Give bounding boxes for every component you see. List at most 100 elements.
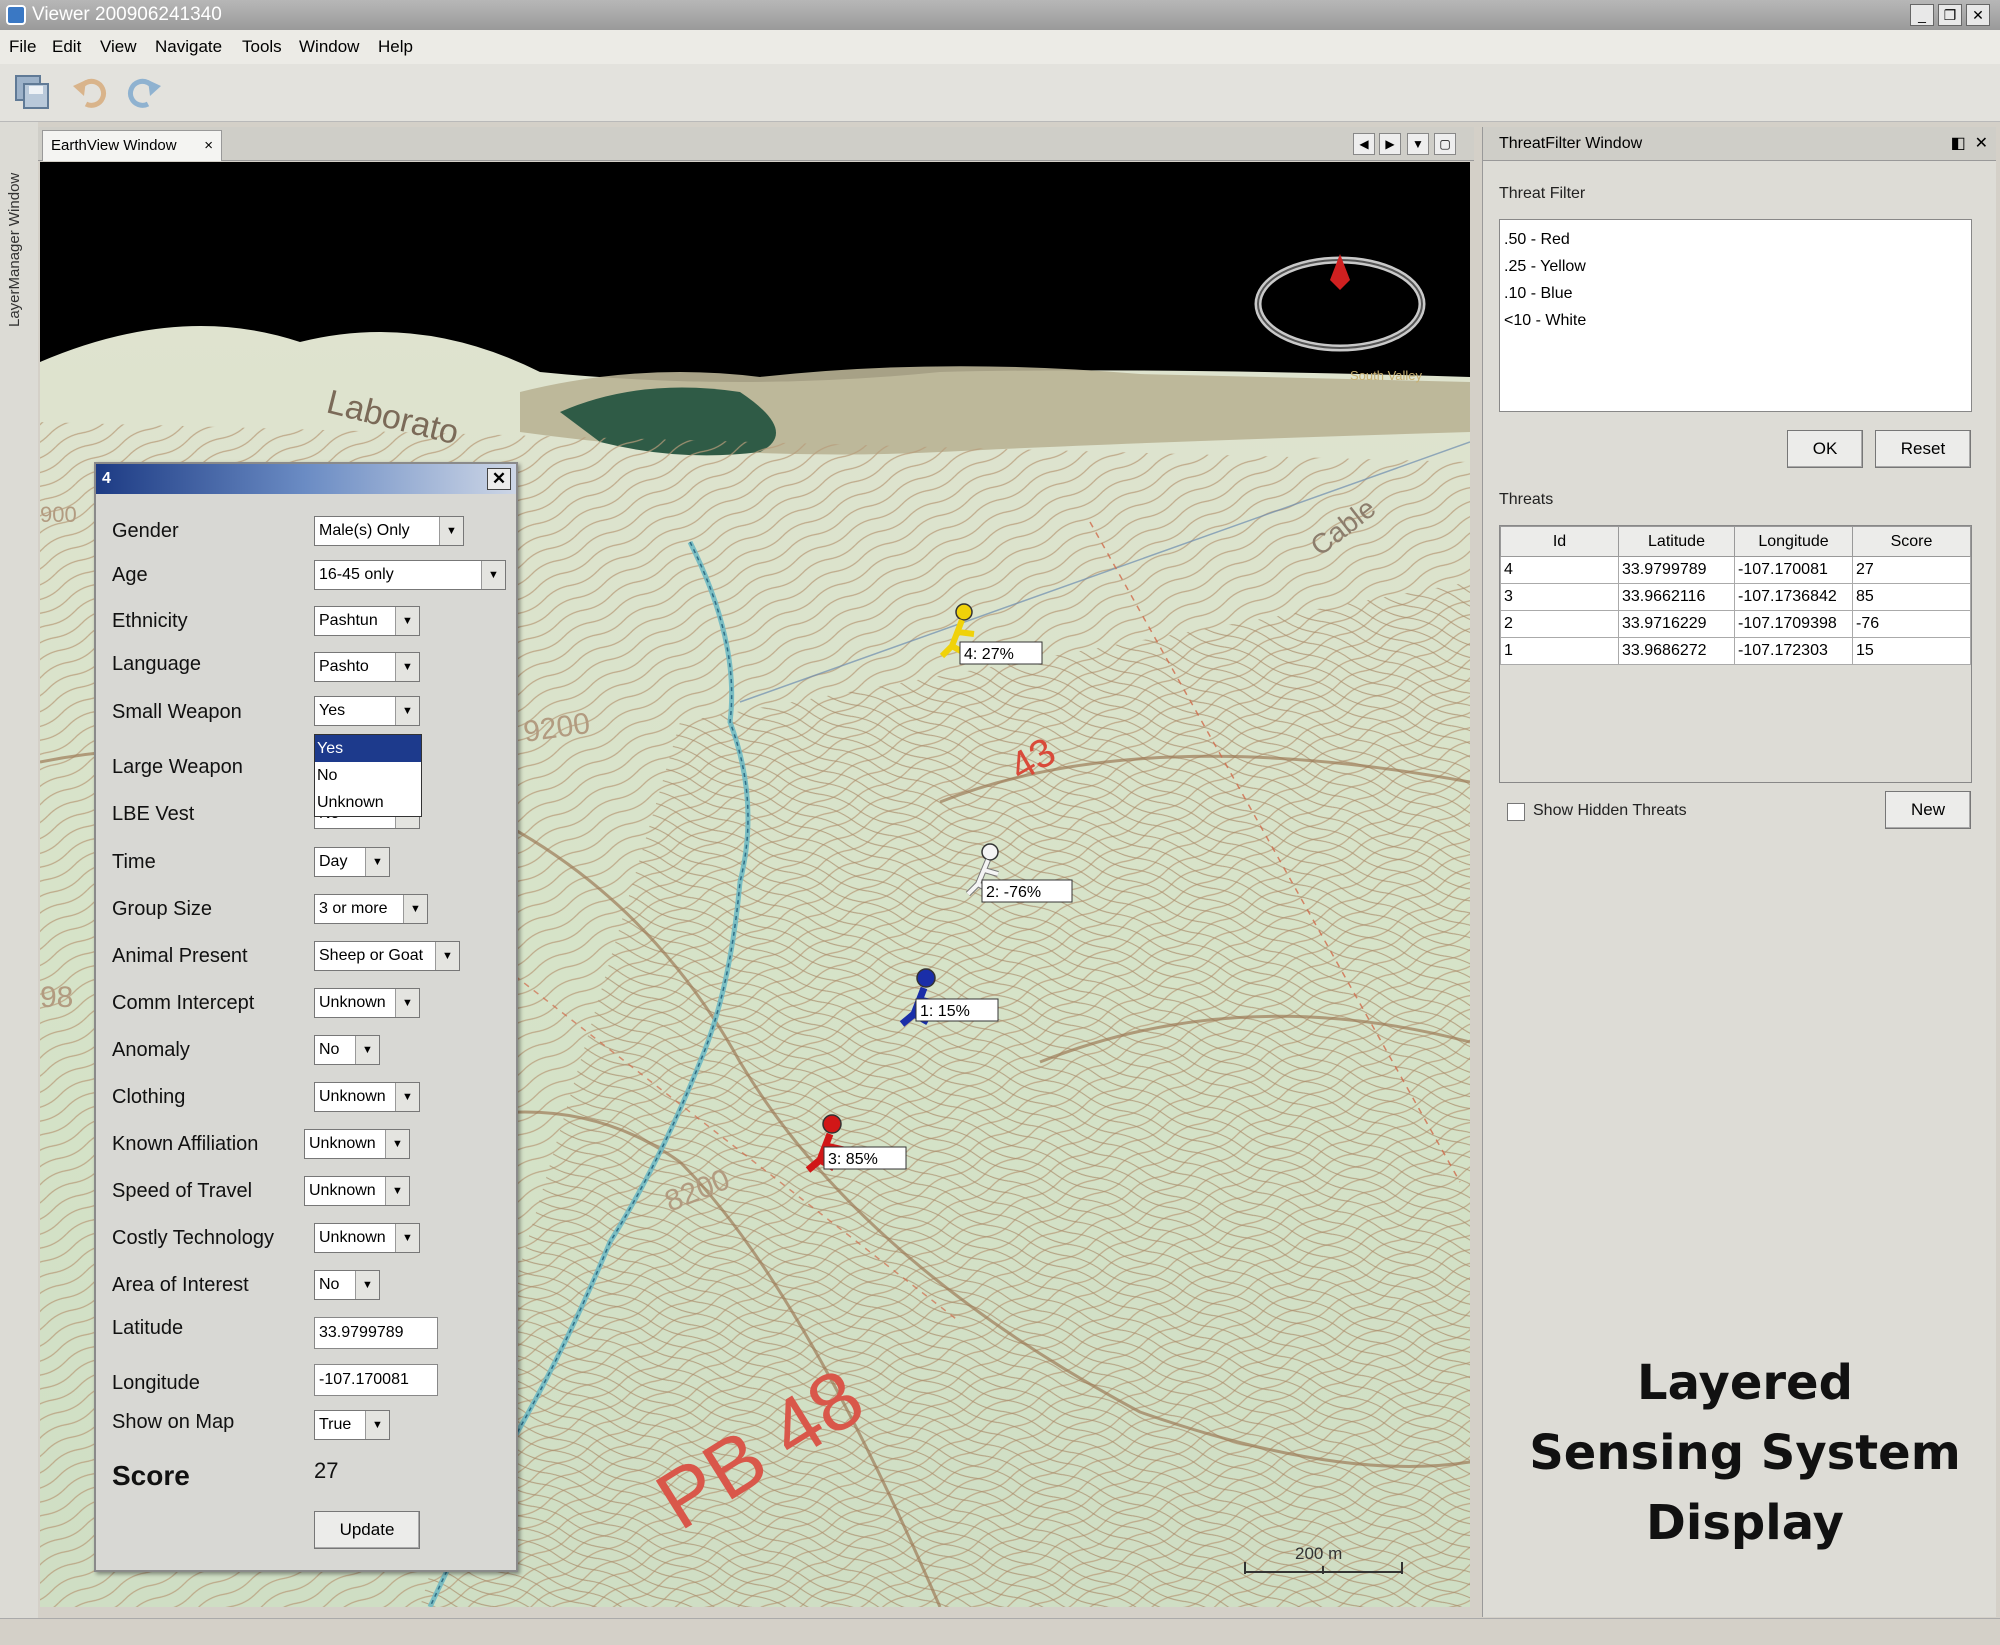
score-label: Score <box>112 1460 190 1491</box>
menu-navigate[interactable]: Navigate <box>155 37 222 57</box>
table-row[interactable]: 4 33.9799789 -107.170081 27 <box>1500 556 1971 584</box>
menu-window[interactable]: Window <box>299 37 359 57</box>
dropdown-option-unknown[interactable]: Unknown <box>315 789 421 816</box>
small-weapon-label: Small Weapon <box>112 701 242 723</box>
filter-item-white[interactable]: <10 - White <box>1504 307 1967 334</box>
filter-item-red[interactable]: .50 - Red <box>1504 226 1967 253</box>
longitude-field[interactable]: -107.170081 <box>314 1364 438 1396</box>
minimize-button[interactable]: _ <box>1910 4 1934 26</box>
earthview-tab-bar: EarthView Window × ◀ ▶ ▼ ▢ <box>38 127 1474 161</box>
time-label: Time <box>112 851 156 873</box>
costly-technology-select[interactable]: Unknown ▼ <box>314 1223 420 1253</box>
contour-label-98: 98 <box>40 981 73 1014</box>
cell-id: 1 <box>1500 637 1619 665</box>
menu-bar: File Edit View Navigate Tools Window Hel… <box>0 30 2000 64</box>
redo-icon[interactable] <box>124 72 164 112</box>
chevron-down-icon: ▼ <box>395 697 419 725</box>
dialog-title-bar[interactable]: 4 ✕ <box>96 464 516 494</box>
close-window-button[interactable]: ✕ <box>1966 4 1990 26</box>
ethnicity-select[interactable]: Pashtun ▼ <box>314 606 420 636</box>
menu-edit[interactable]: Edit <box>52 37 81 57</box>
layer-manager-label[interactable]: LayerManager Window <box>6 173 23 327</box>
cell-latitude: 33.9686272 <box>1618 637 1735 665</box>
age-select[interactable]: 16-45 only ▼ <box>314 560 506 590</box>
undo-icon[interactable] <box>70 72 110 112</box>
save-all-icon[interactable] <box>12 72 52 112</box>
comm-intercept-select[interactable]: Unknown ▼ <box>314 988 420 1018</box>
menu-file[interactable]: File <box>9 37 36 57</box>
table-row[interactable]: 3 33.9662116 -107.1736842 85 <box>1500 583 1971 611</box>
menu-help[interactable]: Help <box>378 37 413 57</box>
threat-marker-3-label: 3: 85% <box>828 1151 878 1168</box>
chevron-down-icon: ▼ <box>365 1411 389 1439</box>
known-affiliation-select[interactable]: Unknown ▼ <box>304 1129 410 1159</box>
chevron-down-icon: ▼ <box>435 942 459 970</box>
new-threat-button[interactable]: New <box>1885 791 1971 829</box>
status-bar <box>0 1618 2000 1645</box>
ok-button[interactable]: OK <box>1787 430 1863 468</box>
dialog-close-icon[interactable]: ✕ <box>487 468 511 490</box>
menu-tools[interactable]: Tools <box>242 37 282 57</box>
threat-filter-list[interactable]: .50 - Red .25 - Yellow .10 - Blue <10 - … <box>1499 219 1972 412</box>
maximize-panel-icon[interactable]: ▢ <box>1434 133 1456 155</box>
tab-scroll-left-icon[interactable]: ◀ <box>1353 133 1375 155</box>
speed-of-travel-label: Speed of Travel <box>112 1180 253 1202</box>
cell-latitude: 33.9716229 <box>1618 610 1735 638</box>
small-weapon-select[interactable]: Yes ▼ <box>314 696 420 726</box>
chevron-down-icon: ▼ <box>403 895 427 923</box>
reset-button[interactable]: Reset <box>1875 430 1971 468</box>
filter-item-blue[interactable]: .10 - Blue <box>1504 280 1967 307</box>
menu-view[interactable]: View <box>100 37 137 57</box>
close-panel-icon[interactable]: ✕ <box>1975 135 1988 152</box>
update-button[interactable]: Update <box>314 1511 420 1549</box>
language-select[interactable]: Pashto ▼ <box>314 652 420 682</box>
ethnicity-label: Ethnicity <box>112 610 188 632</box>
animal-present-select[interactable]: Sheep or Goat ▼ <box>314 941 460 971</box>
chevron-down-icon: ▼ <box>395 1083 419 1111</box>
tab-close-icon[interactable]: × <box>204 131 213 160</box>
chevron-down-icon: ▼ <box>395 653 419 681</box>
tab-earthview[interactable]: EarthView Window × <box>42 130 222 161</box>
filter-item-yellow[interactable]: .25 - Yellow <box>1504 253 1967 280</box>
latitude-field[interactable]: 33.9799789 <box>314 1317 438 1349</box>
dropdown-option-no[interactable]: No <box>315 762 421 789</box>
cell-id: 4 <box>1500 556 1619 584</box>
threats-table-header: Id Latitude Longitude Score <box>1500 526 1971 557</box>
column-header-score[interactable]: Score <box>1852 526 1971 557</box>
window-title: Viewer 200906241340 <box>32 4 222 25</box>
gender-select[interactable]: Male(s) Only ▼ <box>314 516 464 546</box>
restore-button[interactable]: ❐ <box>1938 4 1962 26</box>
table-row[interactable]: 1 33.9686272 -107.172303 15 <box>1500 637 1971 665</box>
column-header-id[interactable]: Id <box>1500 526 1619 557</box>
caption-line-1: Layered <box>1637 1355 1853 1411</box>
clothing-label: Clothing <box>112 1086 186 1108</box>
anomaly-select[interactable]: No ▼ <box>314 1035 380 1065</box>
show-hidden-threats-checkbox[interactable] <box>1507 803 1525 821</box>
cell-longitude: -107.1709398 <box>1734 610 1853 638</box>
dialog-title: 4 <box>102 470 111 487</box>
dropdown-option-yes[interactable]: Yes <box>315 735 421 762</box>
minimize-panel-icon[interactable]: ◧ <box>1951 135 1966 152</box>
cell-longitude: -107.172303 <box>1734 637 1853 665</box>
threats-table[interactable]: Id Latitude Longitude Score 4 33.9799789… <box>1499 525 1972 783</box>
animal-present-label: Animal Present <box>112 945 248 967</box>
area-of-interest-select[interactable]: No ▼ <box>314 1270 380 1300</box>
layer-manager-strip[interactable]: LayerManager Window <box>0 122 38 1632</box>
chevron-down-icon: ▼ <box>365 848 389 876</box>
tab-scroll-right-icon[interactable]: ▶ <box>1379 133 1401 155</box>
speed-of-travel-select[interactable]: Unknown ▼ <box>304 1176 410 1206</box>
map-label-south-valley: South Valley <box>1350 368 1423 383</box>
threats-label: Threats <box>1499 491 1554 508</box>
time-select[interactable]: Day ▼ <box>314 847 390 877</box>
group-size-select[interactable]: 3 or more ▼ <box>314 894 428 924</box>
chevron-down-icon: ▼ <box>439 517 463 545</box>
show-on-map-select[interactable]: True ▼ <box>314 1410 390 1440</box>
column-header-longitude[interactable]: Longitude <box>1734 526 1853 557</box>
clothing-select[interactable]: Unknown ▼ <box>314 1082 420 1112</box>
cell-id: 3 <box>1500 583 1619 611</box>
tab-list-icon[interactable]: ▼ <box>1407 133 1429 155</box>
column-header-latitude[interactable]: Latitude <box>1618 526 1735 557</box>
chevron-down-icon: ▼ <box>355 1271 379 1299</box>
table-row[interactable]: 2 33.9716229 -107.1709398 -76 <box>1500 610 1971 638</box>
known-affiliation-label: Known Affiliation <box>112 1133 259 1155</box>
